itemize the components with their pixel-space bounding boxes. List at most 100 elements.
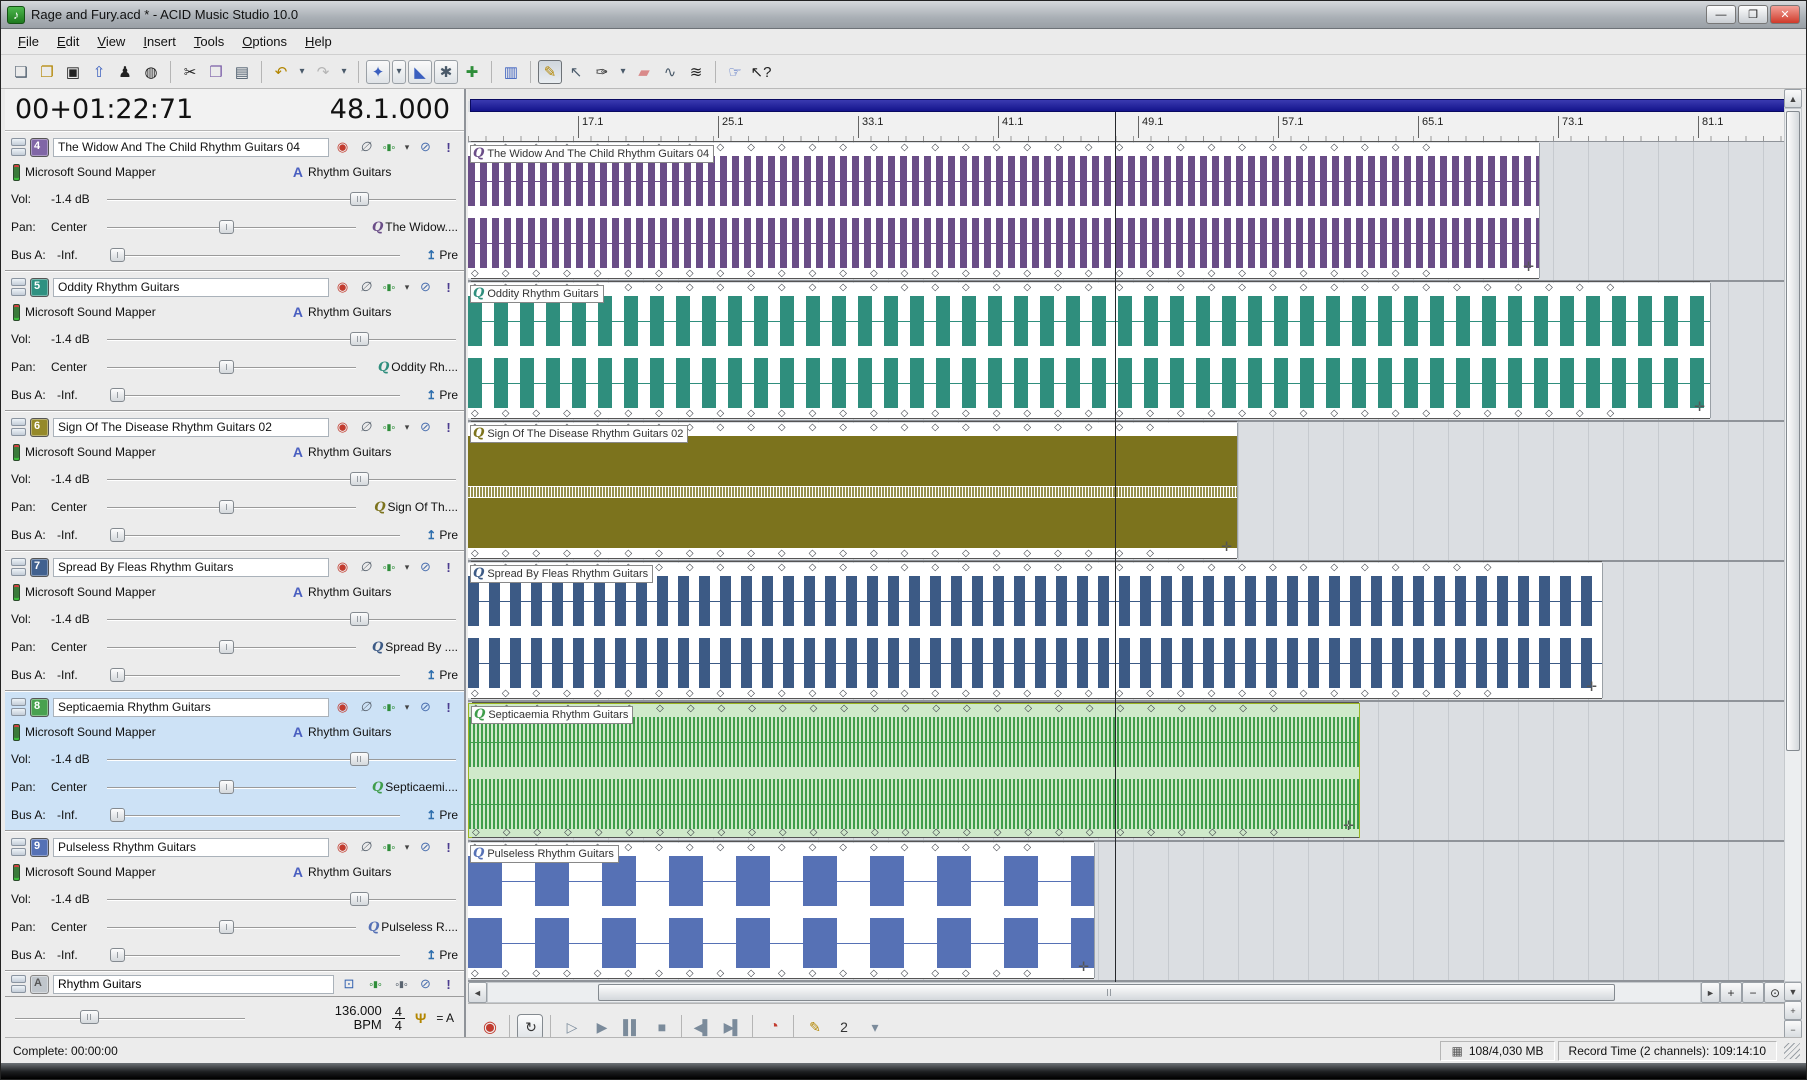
track-fx-button[interactable]: ∘▮∘ <box>379 282 398 293</box>
volume-handle[interactable] <box>350 752 369 766</box>
pan-value[interactable]: Center <box>51 640 101 654</box>
volume-fader[interactable] <box>105 471 458 487</box>
track-fx-dropdown[interactable]: ▾ <box>402 702 412 713</box>
active-clip-name[interactable]: Spread By .... <box>385 640 458 654</box>
record-arm-button[interactable]: ◉ <box>333 699 352 715</box>
publish-button[interactable]: ⇧ <box>87 60 111 84</box>
paste-button[interactable]: ▤ <box>230 60 254 84</box>
save-button[interactable]: ▣ <box>61 60 85 84</box>
solo-button[interactable]: ! <box>439 280 458 295</box>
input-device-label[interactable]: Microsoft Sound Mapper <box>25 305 288 319</box>
solo-button[interactable]: ! <box>439 560 458 575</box>
close-button[interactable]: ✕ <box>1770 5 1800 24</box>
bus-assignment-label[interactable]: Rhythm Guitars <box>308 165 458 179</box>
volume-value[interactable]: -1.4 dB <box>51 612 101 626</box>
volume-handle[interactable] <box>350 192 369 206</box>
track-name-input[interactable]: Spread By Fleas Rhythm Guitars <box>53 558 329 577</box>
pre-fader-icon[interactable]: ↥ <box>426 668 436 682</box>
scroll-right-button[interactable]: ► <box>1701 982 1720 1003</box>
solo-button[interactable]: ! <box>439 840 458 855</box>
track-collapse-buttons[interactable] <box>11 418 26 436</box>
track-collapse-buttons[interactable] <box>11 838 26 856</box>
zoom-in-time-button[interactable]: + <box>1720 982 1742 1003</box>
track-number-badge[interactable]: 5 <box>30 278 49 297</box>
selection-nodes-button[interactable]: ✱ <box>434 60 458 84</box>
track-fx-dropdown[interactable]: ▾ <box>402 142 412 153</box>
record-arm-button[interactable]: ◉ <box>333 139 352 155</box>
track-lane[interactable]: ◇◇◇◇◇◇◇◇◇◇◇◇◇◇◇◇◇◇◇◇◇◇◇◇◇◇◇◇◇◇◇◇◇◇◇◇◇◇ Q… <box>468 282 1786 422</box>
lock-envelopes-button[interactable]: ✚ <box>460 60 484 84</box>
mute-button[interactable]: ⊘ <box>416 699 435 715</box>
bus-assignment-label[interactable]: Rhythm Guitars <box>308 725 458 739</box>
bus-send-value[interactable]: -Inf. <box>57 388 107 402</box>
mute-button[interactable]: ⊘ <box>416 279 435 295</box>
pan-handle[interactable] <box>219 920 234 934</box>
audio-event-clip[interactable]: ◇◇◇◇◇◇◇◇◇◇◇◇◇◇◇◇◇◇◇◇◇◇◇◇◇◇◇ Q Septicaemi… <box>468 703 1360 838</box>
bus-send-slider[interactable] <box>111 247 402 263</box>
pan-slider[interactable] <box>105 639 358 655</box>
phase-invert-button[interactable]: ∅ <box>356 559 375 575</box>
track-fx-button[interactable]: ∘▮∘ <box>379 702 398 713</box>
menu-item[interactable]: Help <box>296 31 341 52</box>
pan-slider[interactable] <box>105 219 358 235</box>
volume-fader[interactable] <box>105 611 458 627</box>
bus-assignment-label[interactable]: Rhythm Guitars <box>308 445 458 459</box>
pan-handle[interactable] <box>219 780 234 794</box>
hscroll-track[interactable] <box>487 982 1701 1003</box>
pre-fader-icon[interactable]: ↥ <box>426 248 436 262</box>
time-signature[interactable]: 4 4 <box>392 1005 405 1032</box>
vscroll-track[interactable] <box>1784 108 1802 982</box>
tuning-fork-icon[interactable]: Ψ <box>415 1010 426 1026</box>
zoom-in-track-button[interactable]: + <box>1784 1001 1802 1020</box>
mute-button[interactable]: ⊘ <box>416 839 435 855</box>
bus-assignment-label[interactable]: Rhythm Guitars <box>308 865 458 879</box>
zoom-tool-button[interactable]: ⊙ <box>1764 982 1786 1003</box>
cut-button[interactable]: ✂ <box>178 60 202 84</box>
marker-area[interactable] <box>468 89 1786 101</box>
phase-invert-button[interactable]: ∅ <box>356 279 375 295</box>
volume-handle[interactable] <box>350 612 369 626</box>
solo-button[interactable]: ! <box>439 140 458 155</box>
clip-move-handle-icon[interactable]: ✛ <box>1221 539 1232 555</box>
volume-value[interactable]: -1.4 dB <box>51 752 101 766</box>
pre-fader-icon[interactable]: ↥ <box>426 808 436 822</box>
bus-mute-button[interactable]: ⊘ <box>416 976 435 992</box>
scroll-down-button[interactable]: ▼ <box>1784 982 1802 1001</box>
track-fx-dropdown[interactable]: ▾ <box>402 562 412 573</box>
pre-fader-icon[interactable]: ↥ <box>426 528 436 542</box>
volume-handle[interactable] <box>350 332 369 346</box>
pan-handle[interactable] <box>219 640 234 654</box>
scroll-left-button[interactable]: ◄ <box>468 982 487 1003</box>
track-number-badge[interactable]: 9 <box>30 838 49 857</box>
clip-move-handle-icon[interactable]: ✛ <box>1343 818 1354 834</box>
bus-send-slider[interactable] <box>111 807 402 823</box>
pan-handle[interactable] <box>219 220 234 234</box>
audio-event-clip[interactable]: ◇◇◇◇◇◇◇◇◇◇◇◇◇◇◇◇◇◇◇ Q Pulseless Rhythm G… <box>468 843 1095 978</box>
input-device-label[interactable]: Microsoft Sound Mapper <box>25 165 288 179</box>
bus-assignment-label[interactable]: Rhythm Guitars <box>308 305 458 319</box>
track-fx-button[interactable]: ∘▮∘ <box>379 142 398 153</box>
volume-value[interactable]: -1.4 dB <box>51 332 101 346</box>
track-name-input[interactable]: Oddity Rhythm Guitars <box>53 278 329 297</box>
track-header[interactable]: 5 Oddity Rhythm Guitars ◉ ∅ ∘▮∘ ▾ ⊘ ! Mi… <box>5 271 464 411</box>
audio-event-clip[interactable]: ◇◇◇◇◇◇◇◇◇◇◇◇◇◇◇◇◇◇◇◇◇◇◇◇◇◇◇◇◇◇◇◇ Q The W… <box>468 143 1540 278</box>
bus-assignment-label[interactable]: Rhythm Guitars <box>308 585 458 599</box>
bus-send-slider[interactable] <box>111 527 402 543</box>
audio-event-clip[interactable]: ◇◇◇◇◇◇◇◇◇◇◇◇◇◇◇◇◇◇◇◇◇◇◇ Q Sign Of The Di… <box>468 423 1238 558</box>
undo-dropdown[interactable]: ▾ <box>295 60 309 84</box>
master-volume-slider[interactable] <box>15 1009 245 1027</box>
loop-region-bar[interactable] <box>470 99 1786 112</box>
track-fx-button[interactable]: ∘▮∘ <box>379 422 398 433</box>
menu-item[interactable]: Edit <box>48 31 88 52</box>
input-device-label[interactable]: Microsoft Sound Mapper <box>25 445 288 459</box>
mute-button[interactable]: ⊘ <box>416 139 435 155</box>
open-button[interactable]: ❐ <box>35 60 59 84</box>
envelope-tool-button[interactable]: ◣ <box>408 60 432 84</box>
bus-letter-badge[interactable]: A <box>30 975 49 994</box>
selection-tool-button[interactable]: ↖ <box>564 60 588 84</box>
track-header[interactable]: 7 Spread By Fleas Rhythm Guitars ◉ ∅ ∘▮∘… <box>5 551 464 691</box>
track-fx-button[interactable]: ∘▮∘ <box>379 842 398 853</box>
mixer-button[interactable]: ▥ <box>499 60 523 84</box>
track-header[interactable]: 9 Pulseless Rhythm Guitars ◉ ∅ ∘▮∘ ▾ ⊘ !… <box>5 831 464 971</box>
menu-item[interactable]: Options <box>233 31 296 52</box>
